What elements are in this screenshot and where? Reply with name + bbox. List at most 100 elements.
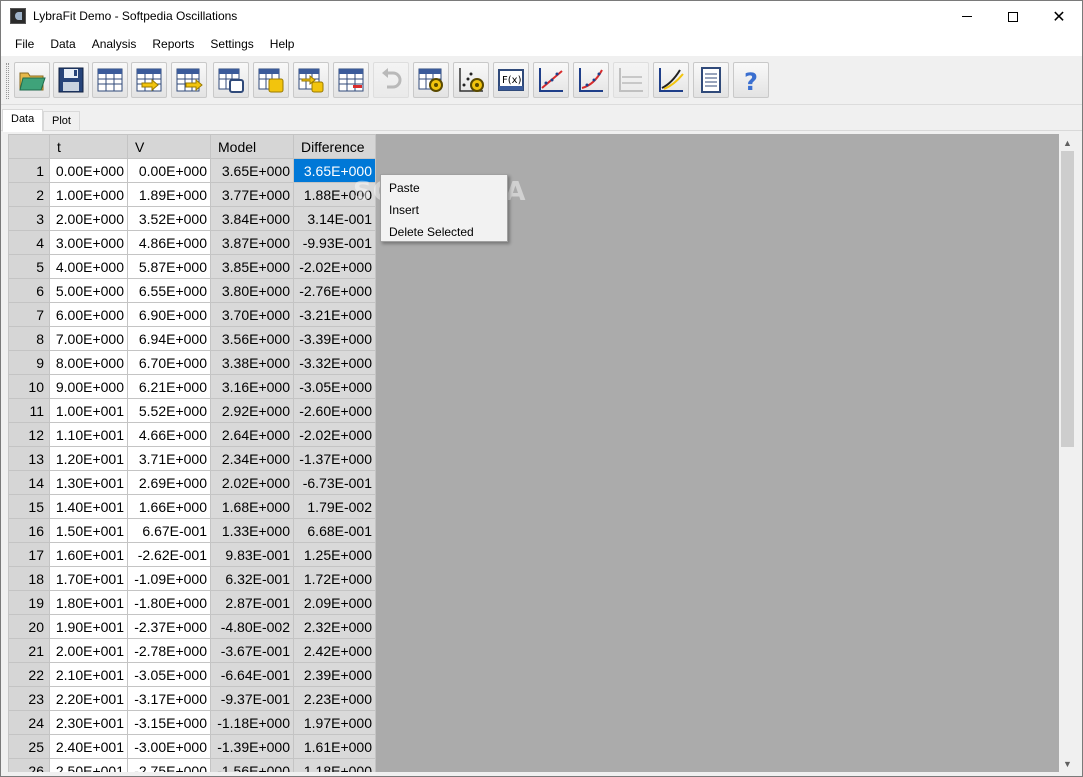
cell-model[interactable]: 2.02E+000 [210, 470, 294, 495]
row-number[interactable]: 17 [8, 542, 50, 567]
column-header-t[interactable]: t [49, 134, 128, 159]
cell-v[interactable]: -3.05E+000 [127, 662, 211, 687]
cell-t[interactable]: 4.00E+000 [49, 254, 128, 279]
cell-t[interactable]: 2.30E+001 [49, 710, 128, 735]
cell-model[interactable]: -3.67E-001 [210, 638, 294, 663]
cell-t[interactable]: 0.00E+000 [49, 158, 128, 183]
maximize-button[interactable] [990, 1, 1036, 32]
cell-v[interactable]: -3.17E+000 [127, 686, 211, 711]
cell-t[interactable]: 1.20E+001 [49, 446, 128, 471]
cell-difference[interactable]: -3.32E+000 [293, 350, 376, 375]
cell-t[interactable]: 9.00E+000 [49, 374, 128, 399]
curve-fit-button[interactable] [573, 62, 609, 98]
cell-v[interactable]: 3.52E+000 [127, 206, 211, 231]
cell-difference[interactable]: -2.02E+000 [293, 254, 376, 279]
cell-t[interactable]: 7.00E+000 [49, 326, 128, 351]
row-number[interactable]: 16 [8, 518, 50, 543]
cell-t[interactable]: 6.00E+000 [49, 302, 128, 327]
cell-v[interactable]: 0.00E+000 [127, 158, 211, 183]
function-button[interactable]: F(x) [493, 62, 529, 98]
cell-model[interactable]: 3.16E+000 [210, 374, 294, 399]
cell-v[interactable]: -2.37E+000 [127, 614, 211, 639]
report-button[interactable] [693, 62, 729, 98]
cell-difference[interactable]: -2.76E+000 [293, 278, 376, 303]
cell-v[interactable]: 5.52E+000 [127, 398, 211, 423]
cell-t[interactable]: 2.50E+001 [49, 758, 128, 772]
save-button[interactable] [53, 62, 89, 98]
cell-t[interactable]: 2.40E+001 [49, 734, 128, 759]
cell-difference[interactable]: 2.42E+000 [293, 638, 376, 663]
cell-model[interactable]: -9.37E-001 [210, 686, 294, 711]
cell-v[interactable]: 5.87E+000 [127, 254, 211, 279]
cell-t[interactable]: 5.00E+000 [49, 278, 128, 303]
row-number[interactable]: 5 [8, 254, 50, 279]
export-table-button[interactable] [171, 62, 207, 98]
cell-model[interactable]: 3.56E+000 [210, 326, 294, 351]
column-header-v[interactable]: V [127, 134, 211, 159]
cell-t[interactable]: 2.00E+001 [49, 638, 128, 663]
cell-t[interactable]: 1.90E+001 [49, 614, 128, 639]
cell-model[interactable]: 6.32E-001 [210, 566, 294, 591]
delete-rows-button[interactable] [333, 62, 369, 98]
cell-t[interactable]: 1.80E+001 [49, 590, 128, 615]
cell-v[interactable]: 6.67E-001 [127, 518, 211, 543]
row-number[interactable]: 1 [8, 158, 50, 183]
cell-v[interactable]: 4.66E+000 [127, 422, 211, 447]
row-number[interactable]: 25 [8, 734, 50, 759]
cell-model[interactable]: -1.39E+000 [210, 734, 294, 759]
row-number[interactable]: 9 [8, 350, 50, 375]
cell-difference[interactable]: -2.02E+000 [293, 422, 376, 447]
cell-v[interactable]: 4.86E+000 [127, 230, 211, 255]
cell-model[interactable]: 1.33E+000 [210, 518, 294, 543]
cell-difference[interactable]: -2.60E+000 [293, 398, 376, 423]
column-header-difference[interactable]: Difference [293, 134, 376, 159]
cell-v[interactable]: 3.71E+000 [127, 446, 211, 471]
row-number[interactable]: 11 [8, 398, 50, 423]
cell-model[interactable]: 3.70E+000 [210, 302, 294, 327]
cell-v[interactable]: 6.70E+000 [127, 350, 211, 375]
cell-v[interactable]: -3.00E+000 [127, 734, 211, 759]
cell-difference[interactable]: 6.68E-001 [293, 518, 376, 543]
row-number[interactable]: 8 [8, 326, 50, 351]
scroll-up-arrow-icon[interactable]: ▲ [1059, 134, 1076, 151]
copy-table-button[interactable] [213, 62, 249, 98]
context-menu-insert[interactable]: Insert [381, 199, 507, 221]
data-grid-area[interactable]: t V Model Difference 1 0.00E+000 0.00E+000… [8, 134, 1059, 772]
cell-difference[interactable]: 1.25E+000 [293, 542, 376, 567]
cell-t[interactable]: 1.70E+001 [49, 566, 128, 591]
cell-v[interactable]: 6.55E+000 [127, 278, 211, 303]
cell-model[interactable]: -6.64E-001 [210, 662, 294, 687]
cell-t[interactable]: 2.20E+001 [49, 686, 128, 711]
linear-fit-button[interactable] [533, 62, 569, 98]
residuals-button[interactable] [613, 62, 649, 98]
cell-t[interactable]: 1.30E+001 [49, 470, 128, 495]
cell-difference[interactable]: 3.14E-001 [293, 206, 376, 231]
cell-v[interactable]: -2.62E-001 [127, 542, 211, 567]
menu-file[interactable]: File [7, 32, 42, 56]
cell-v[interactable]: 6.90E+000 [127, 302, 211, 327]
context-menu-delete-selected[interactable]: Delete Selected [381, 221, 507, 243]
cell-t[interactable]: 1.00E+001 [49, 398, 128, 423]
row-number[interactable]: 2 [8, 182, 50, 207]
menu-analysis[interactable]: Analysis [84, 32, 145, 56]
scatter-settings-button[interactable] [453, 62, 489, 98]
cell-model[interactable]: 9.83E-001 [210, 542, 294, 567]
row-number[interactable]: 20 [8, 614, 50, 639]
cell-difference[interactable]: 1.18E+000 [293, 758, 376, 772]
row-number[interactable]: 6 [8, 278, 50, 303]
cell-difference[interactable]: 1.97E+000 [293, 710, 376, 735]
cell-model[interactable]: 3.65E+000 [210, 158, 294, 183]
cell-difference[interactable]: -3.21E+000 [293, 302, 376, 327]
cell-model[interactable]: 2.92E+000 [210, 398, 294, 423]
row-number[interactable]: 14 [8, 470, 50, 495]
cell-difference[interactable]: 1.88E+000 [293, 182, 376, 207]
cell-difference[interactable]: 2.32E+000 [293, 614, 376, 639]
cell-difference[interactable]: -3.39E+000 [293, 326, 376, 351]
row-number[interactable]: 24 [8, 710, 50, 735]
cell-difference[interactable]: 1.72E+000 [293, 566, 376, 591]
import-table-button[interactable] [131, 62, 167, 98]
open-file-button[interactable] [14, 62, 50, 98]
cell-v[interactable]: 2.69E+000 [127, 470, 211, 495]
cell-v[interactable]: 1.89E+000 [127, 182, 211, 207]
row-number[interactable]: 18 [8, 566, 50, 591]
